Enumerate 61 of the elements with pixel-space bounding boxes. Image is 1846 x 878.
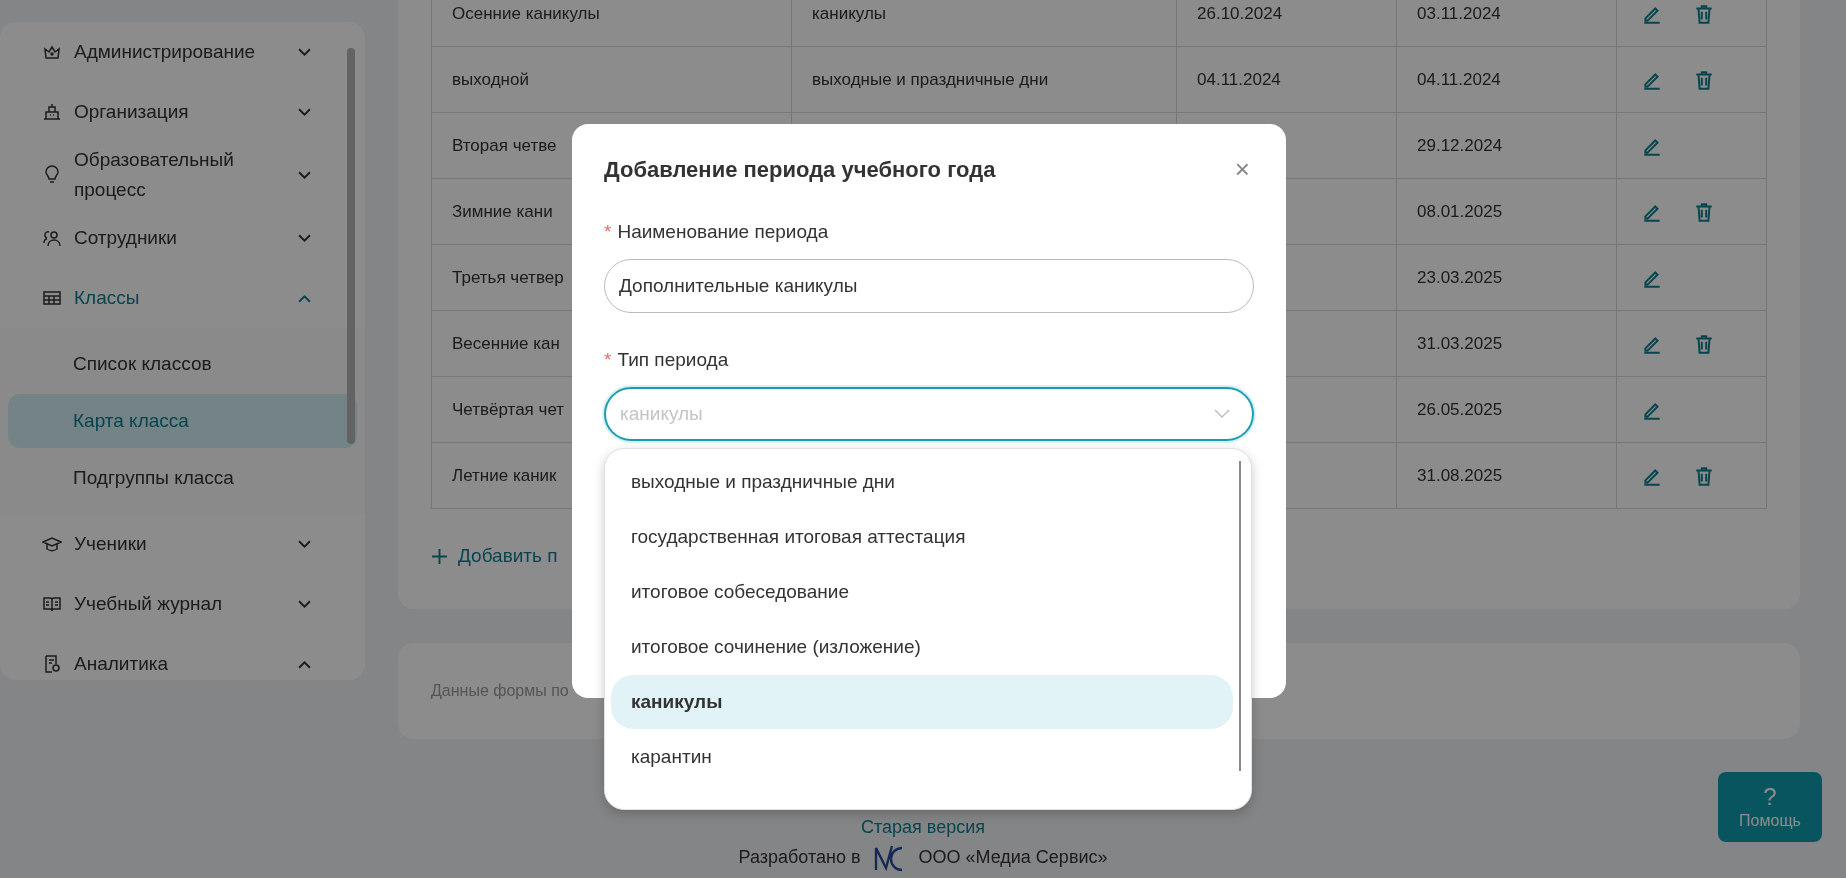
sidebar-item[interactable]: Классы	[0, 268, 365, 328]
bulb-icon	[42, 165, 62, 185]
table-cell: 04.11.2024	[1176, 46, 1397, 113]
dropdown-option[interactable]: итоговое собеседование	[611, 565, 1233, 619]
delete-icon[interactable]	[1693, 200, 1715, 223]
grid-icon	[42, 288, 62, 308]
building-icon	[42, 102, 62, 122]
chevron-down-icon	[1214, 409, 1230, 419]
table-cell: 31.03.2025	[1396, 310, 1617, 377]
close-button[interactable]: ×	[1230, 154, 1254, 185]
field-label: * Тип периода	[604, 349, 730, 371]
submenu-item[interactable]: Список классов	[8, 337, 357, 391]
sidebar-item[interactable]: Ученики	[0, 514, 365, 574]
scrollbar[interactable]	[347, 48, 355, 444]
delete-icon[interactable]	[1693, 332, 1715, 355]
sidebar-item[interactable]: Организация	[0, 82, 365, 142]
company-name: ООО «Медиа Сервис»	[918, 847, 1108, 868]
sidebar-item[interactable]: Сотрудники	[0, 208, 365, 268]
info-text: Данные формы по	[431, 681, 569, 700]
book-icon	[42, 594, 62, 614]
submenu-item[interactable]: Подгруппы класса	[8, 451, 357, 505]
sidebar-item[interactable]: Аналитика	[0, 634, 365, 680]
add-period-link[interactable]: Добавить п	[431, 545, 558, 567]
table-cell: выходной	[431, 46, 792, 113]
chevron-down-icon	[298, 539, 311, 549]
table-cell: 03.11.2024	[1396, 0, 1617, 47]
developed-by-text: Разработано в	[738, 847, 861, 868]
dropdown-option[interactable]: государственная итоговая аттестация	[611, 510, 1233, 564]
table-cell: Осенние каникулы	[431, 0, 792, 47]
people-icon	[42, 228, 62, 248]
sidebar-item[interactable]: Администрирование	[0, 22, 365, 82]
table-cell: каникулы	[791, 0, 1177, 47]
table-cell: 31.08.2025	[1396, 442, 1617, 509]
table-cell: 29.12.2024	[1396, 112, 1617, 179]
chevron-down-icon	[298, 599, 311, 609]
dropdown-option[interactable]: карантин	[611, 730, 1233, 784]
delete-icon[interactable]	[1693, 464, 1715, 487]
table-cell: 26.10.2024	[1176, 0, 1397, 47]
delete-icon[interactable]	[1693, 68, 1715, 91]
sidebar-item[interactable]: Образовательный процесс	[0, 142, 365, 208]
submenu-item[interactable]: Карта класса	[8, 394, 357, 448]
cap-icon	[42, 534, 62, 554]
table-cell: выходные и праздничные дни	[791, 46, 1177, 113]
scrollbar[interactable]	[1239, 461, 1241, 771]
old-version-link[interactable]: Старая версия	[861, 816, 985, 838]
table-cell: 26.05.2025	[1396, 376, 1617, 443]
delete-icon[interactable]	[1693, 2, 1715, 25]
plus-icon	[431, 547, 448, 565]
chevron-down-icon	[298, 170, 311, 180]
report-icon	[42, 654, 62, 674]
table-cell: 08.01.2025	[1396, 178, 1617, 245]
chevron-up-icon	[298, 293, 311, 303]
table-cell: 23.03.2025	[1396, 244, 1617, 311]
chevron-down-icon	[298, 233, 311, 243]
chevron-down-icon	[298, 47, 311, 57]
chevron-down-icon	[298, 107, 311, 117]
dropdown-option[interactable]: итоговое сочинение (изложение)	[611, 620, 1233, 674]
chevron-up-icon	[298, 659, 311, 669]
table-cell: 04.11.2024	[1396, 46, 1617, 113]
sidebar-item[interactable]: Учебный журнал	[0, 574, 365, 634]
dropdown-option[interactable]: каникулы	[611, 675, 1233, 729]
